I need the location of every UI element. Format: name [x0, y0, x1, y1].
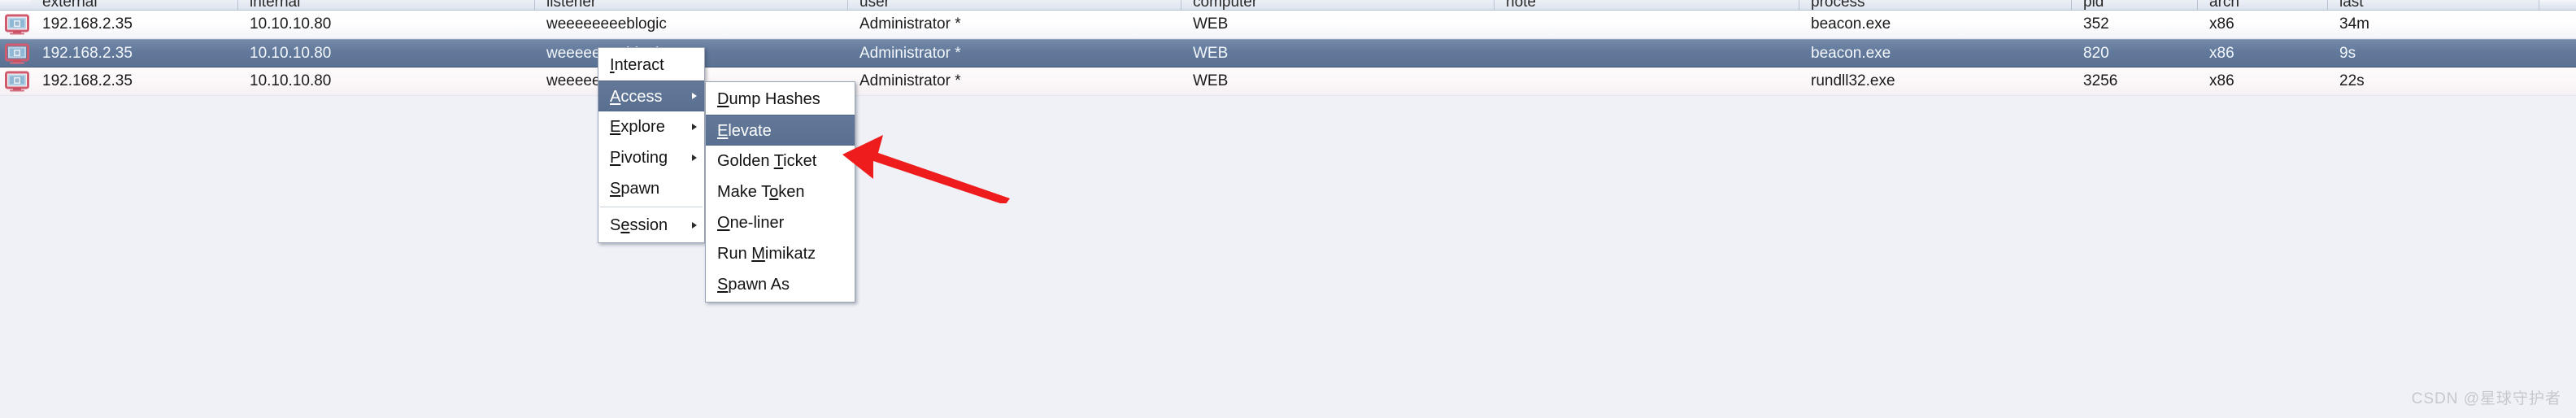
menu-item-label: Elevate — [717, 122, 772, 140]
column-header-arch[interactable]: arch — [2198, 0, 2328, 10]
menu-item-label: Pivoting — [610, 149, 668, 167]
column-header-label: user — [859, 0, 890, 10]
column-header-process[interactable]: process — [1799, 0, 2072, 10]
beacon-host-icon — [0, 14, 31, 35]
cell-last: 9s — [2339, 44, 2356, 62]
cell-user: Administrator * — [859, 72, 961, 89]
submenu-item-elevate[interactable]: Elevate — [706, 115, 855, 146]
submenu-item-one-liner[interactable]: One-liner — [706, 207, 855, 238]
cell-internal: 10.10.10.80 — [250, 44, 332, 62]
column-header-label: last — [2339, 0, 2364, 10]
cell-user: Administrator * — [859, 44, 961, 62]
table-body[interactable]: 192.168.2.35 10.10.10.80 weeeeeeeeblogic Ad… — [0, 11, 2576, 96]
menu-item-label: Dump Hashes — [717, 90, 820, 108]
cell-last: 34m — [2339, 15, 2369, 33]
menu-item-label: Run Mimikatz — [717, 245, 816, 263]
cell-process: beacon.exe — [1811, 44, 1891, 62]
submenu-item-make-token[interactable]: Make Token — [706, 176, 855, 207]
cell-external: 192.168.2.35 — [42, 44, 133, 62]
column-header-external[interactable]: external — [31, 0, 238, 10]
cell-computer: WEB — [1193, 72, 1229, 89]
cell-computer: WEB — [1193, 15, 1229, 33]
table-row[interactable]: 192.168.2.3510.10.10.80weeeeeeeeblogicAd… — [0, 67, 2576, 96]
cell-pid: 820 — [2083, 44, 2109, 62]
menu-item-label: One-liner — [717, 214, 785, 232]
cell-process: beacon.exe — [1811, 15, 1891, 33]
column-header-label: note — [1506, 0, 1536, 10]
submenu-arrow-icon — [692, 222, 697, 229]
beacon-host-icon — [0, 71, 31, 92]
menu-item-label: Access — [610, 88, 663, 106]
column-header-label: listener — [546, 0, 597, 10]
cell-external: 192.168.2.35 — [42, 72, 133, 89]
menu-item-session[interactable]: Session — [598, 210, 704, 241]
column-header-label: arch — [2209, 0, 2239, 10]
cell-last: 22s — [2339, 72, 2365, 89]
submenu-item-dump-hashes[interactable]: Dump Hashes — [706, 84, 855, 115]
beacon-table[interactable]: external internal listener user computer note… — [0, 0, 2576, 96]
cell-user: Administrator * — [859, 15, 961, 33]
cell-arch: x86 — [2209, 72, 2234, 89]
column-header-label: pid — [2083, 0, 2104, 10]
menu-item-label: Spawn As — [717, 276, 790, 294]
column-header-listener[interactable]: listener — [535, 0, 848, 10]
cell-arch: x86 — [2209, 44, 2234, 62]
menu-item-explore[interactable]: Explore — [598, 111, 704, 142]
column-header-label: computer — [1193, 0, 1258, 10]
column-header-label: internal — [250, 0, 301, 10]
menu-item-pivoting[interactable]: Pivoting — [598, 142, 704, 173]
submenu-item-golden-ticket[interactable]: Golden Ticket — [706, 146, 855, 176]
cell-internal: 10.10.10.80 — [250, 15, 332, 33]
menu-item-label: Golden Ticket — [717, 152, 817, 170]
access-submenu[interactable]: Dump Hashes Elevate Golden Ticket Make Toke… — [705, 81, 855, 303]
menu-item-label: Spawn — [610, 180, 660, 198]
submenu-item-run-mimikatz[interactable]: Run Mimikatz — [706, 238, 855, 269]
red-arrow-annotation — [842, 135, 1010, 203]
table-header-row[interactable]: external internal listener user computer note… — [0, 0, 2576, 11]
menu-item-label: Explore — [610, 118, 665, 136]
watermark-text: CSDN @星球守护者 — [2411, 390, 2561, 407]
table-row[interactable]: 192.168.2.35 10.10.10.80 weeeeeeeeblogic Ad… — [0, 11, 2576, 39]
cell-computer: WEB — [1193, 44, 1229, 62]
cell-process: rundll32.exe — [1811, 72, 1895, 89]
cell-internal: 10.10.10.80 — [250, 72, 332, 89]
column-header-last[interactable]: last — [2328, 0, 2539, 10]
submenu-item-spawn-as[interactable]: Spawn As — [706, 269, 855, 300]
cell-arch: x86 — [2209, 15, 2234, 33]
column-header-internal[interactable]: internal — [238, 0, 535, 10]
cell-pid: 352 — [2083, 15, 2109, 33]
column-header-label: external — [42, 0, 98, 10]
menu-item-label: Session — [610, 216, 668, 234]
table-row[interactable]: 192.168.2.3510.10.10.80weeeeeeeeblogicAd… — [0, 39, 2576, 67]
beacon-host-icon — [0, 43, 31, 64]
cell-listener: weeeeeeeeblogic — [546, 15, 667, 33]
submenu-arrow-icon — [692, 124, 697, 130]
menu-item-access[interactable]: Access — [598, 81, 704, 111]
menu-item-spawn[interactable]: Spawn — [598, 173, 704, 204]
menu-item-label: Interact — [610, 56, 664, 74]
column-header-note[interactable]: note — [1495, 0, 1799, 10]
submenu-arrow-icon — [692, 93, 697, 99]
column-header-user[interactable]: user — [848, 0, 1181, 10]
column-header-pid[interactable]: pid — [2072, 0, 2198, 10]
cell-external: 192.168.2.35 — [42, 15, 133, 33]
column-header-label: process — [1811, 0, 1865, 10]
cell-pid: 3256 — [2083, 72, 2118, 89]
context-menu[interactable]: Interact Access Explore Pivoting Spawn Sessio… — [598, 47, 705, 243]
column-header-computer[interactable]: computer — [1181, 0, 1495, 10]
menu-item-label: Make Token — [717, 183, 805, 201]
menu-item-interact[interactable]: Interact — [598, 50, 704, 81]
submenu-arrow-icon — [692, 155, 697, 161]
